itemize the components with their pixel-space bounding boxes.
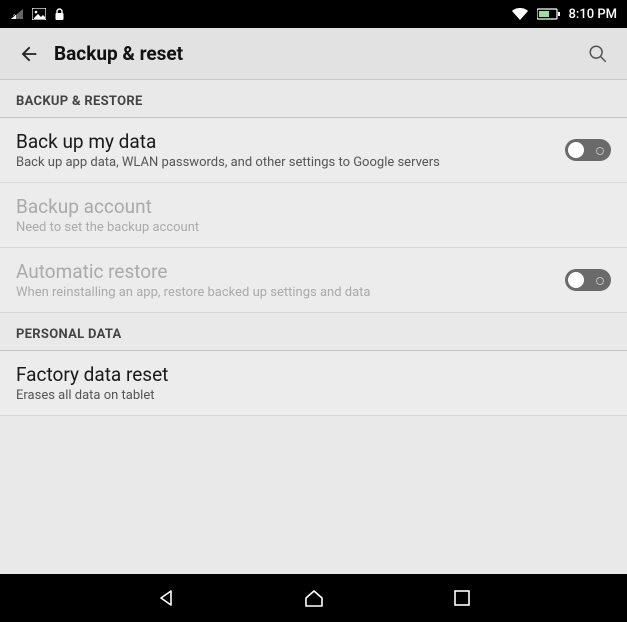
image-icon <box>32 8 46 20</box>
status-bar: ? 8:10 PM <box>0 0 627 28</box>
triangle-back-icon <box>156 588 176 608</box>
row-title: Factory data reset <box>16 363 611 386</box>
settings-screen: ? 8:10 PM Backup & reset <box>0 0 627 622</box>
svg-text:?: ? <box>13 14 16 20</box>
status-right: 8:10 PM <box>511 7 618 22</box>
status-time: 8:10 PM <box>569 7 618 22</box>
row-subtitle: When reinstalling an app, restore backed… <box>16 285 565 300</box>
status-left: ? <box>10 8 65 21</box>
square-recent-icon <box>453 589 471 607</box>
row-factory-data-reset[interactable]: Factory data reset Erases all data on ta… <box>0 351 627 416</box>
navigation-bar <box>0 574 627 622</box>
section-header-backup-restore: BACKUP & RESTORE <box>0 80 627 118</box>
row-subtitle: Need to set the backup account <box>16 220 611 235</box>
row-backup-my-data[interactable]: Back up my data Back up app data, WLAN p… <box>0 118 627 183</box>
row-subtitle: Erases all data on tablet <box>16 388 611 403</box>
wifi-icon <box>511 7 529 21</box>
section-header-personal-data: PERSONAL DATA <box>0 313 627 351</box>
home-icon <box>303 588 325 608</box>
toggle-automatic-restore <box>565 269 611 291</box>
row-title: Back up my data <box>16 130 565 153</box>
search-button[interactable] <box>583 39 613 69</box>
row-title: Automatic restore <box>16 260 565 283</box>
search-icon <box>587 43 609 65</box>
page-title: Backup & reset <box>54 42 183 65</box>
row-subtitle: Back up app data, WLAN passwords, and ot… <box>16 155 565 170</box>
arrow-left-icon <box>18 43 40 65</box>
nav-home-button[interactable] <box>300 584 328 612</box>
back-button[interactable] <box>14 39 44 69</box>
toggle-backup-my-data[interactable] <box>565 139 611 161</box>
action-bar: Backup & reset <box>0 28 627 80</box>
battery-icon <box>537 8 561 20</box>
lock-icon <box>54 8 65 21</box>
signal-icon: ? <box>10 8 24 20</box>
row-title: Backup account <box>16 195 611 218</box>
row-automatic-restore: Automatic restore When reinstalling an a… <box>0 248 627 313</box>
nav-back-button[interactable] <box>152 584 180 612</box>
content-list: BACKUP & RESTORE Back up my data Back up… <box>0 80 627 574</box>
nav-recent-button[interactable] <box>448 584 476 612</box>
row-backup-account: Backup account Need to set the backup ac… <box>0 183 627 248</box>
